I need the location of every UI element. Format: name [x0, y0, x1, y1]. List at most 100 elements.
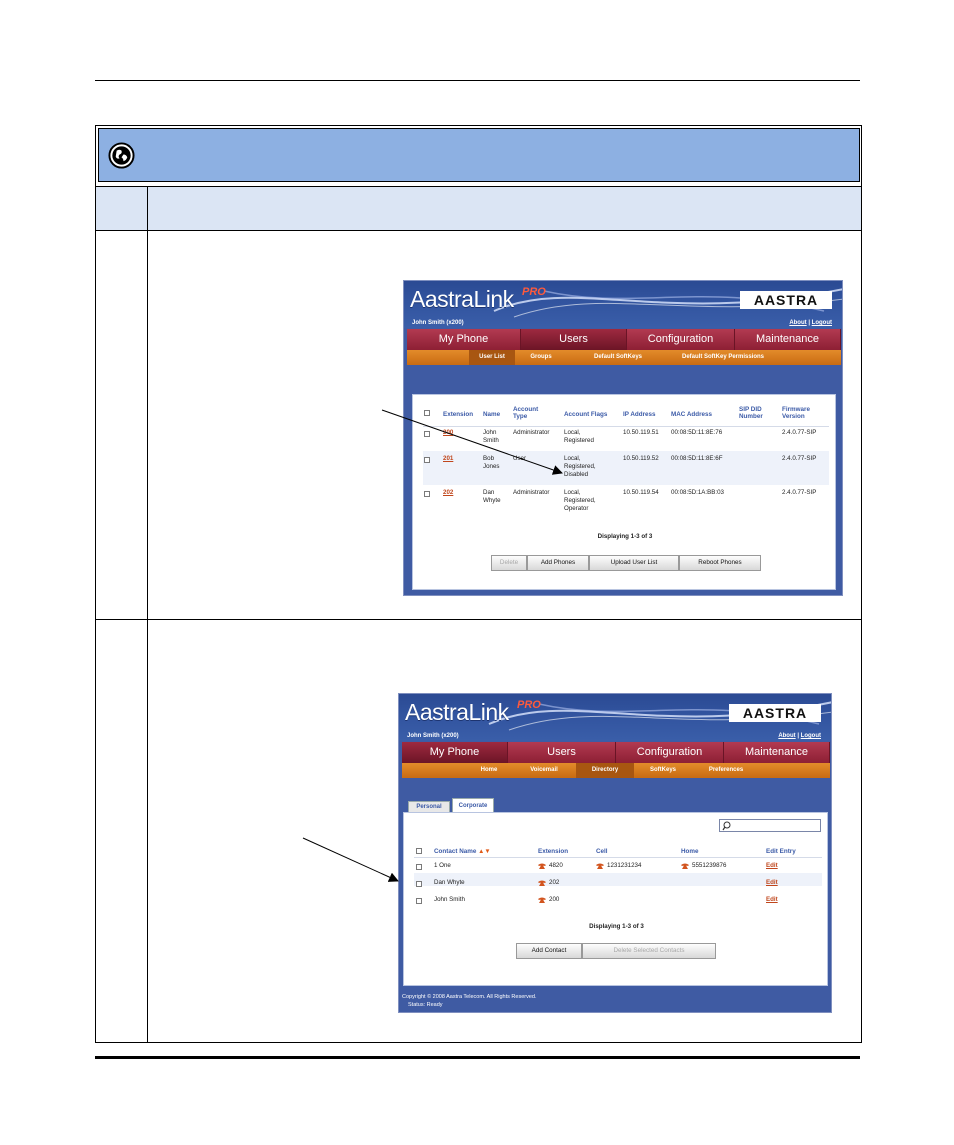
- search-icon: [722, 821, 731, 831]
- mac-address: 00:08:5D:11:8E:6F: [671, 455, 723, 462]
- col-extension[interactable]: Extension: [443, 411, 473, 418]
- subnav-default-softkey-permissions[interactable]: Default SoftKey Permissions: [673, 350, 773, 365]
- ip-address: 10.50.119.52: [623, 455, 659, 462]
- delete-button[interactable]: Delete: [491, 555, 527, 571]
- add-phones-button[interactable]: Add Phones: [527, 555, 589, 571]
- subnav-preferences[interactable]: Preferences: [702, 763, 750, 778]
- user-name: Bob Jones: [483, 455, 500, 470]
- row-checkbox[interactable]: [416, 881, 422, 887]
- nav-users[interactable]: Users: [508, 742, 616, 763]
- account-type: User: [513, 455, 527, 462]
- contact-extension: 202: [549, 879, 560, 886]
- current-user: John Smith (x200): [412, 320, 464, 326]
- extension-link[interactable]: 202: [443, 489, 453, 497]
- row-checkbox[interactable]: [424, 491, 430, 497]
- subnav-user-list[interactable]: User List: [469, 350, 515, 365]
- col-extension[interactable]: Extension: [538, 848, 568, 855]
- top-links: About | Logout: [778, 733, 821, 739]
- aastra-brand: AASTRA: [740, 291, 832, 309]
- user-name: John Smith: [483, 429, 499, 444]
- about-link[interactable]: About: [778, 733, 795, 739]
- account-type: Administrator: [513, 429, 550, 436]
- row-checkbox[interactable]: [416, 898, 422, 904]
- nav-maintenance[interactable]: Maintenance: [735, 329, 841, 350]
- col-contact-name[interactable]: Contact Name ▲▼: [434, 848, 491, 855]
- sort-arrows-icon[interactable]: ▲▼: [478, 848, 490, 855]
- row-divider: [96, 619, 861, 620]
- directory-panel: Contact Name ▲▼ Extension Cell Home Edit…: [403, 812, 828, 986]
- nav-users[interactable]: Users: [521, 329, 627, 350]
- link-separator: |: [797, 733, 799, 739]
- col-account-type[interactable]: Account Type: [513, 406, 553, 420]
- account-flags: Local, Registered, Disabled: [564, 455, 596, 478]
- contact-extension: 4820: [549, 862, 563, 869]
- col-sip-did-number[interactable]: SIP DID Number: [739, 406, 769, 420]
- search-input[interactable]: [719, 819, 821, 832]
- subnav-default-softkeys[interactable]: Default SoftKeys: [587, 350, 649, 365]
- delete-selected-contacts-button[interactable]: Delete Selected Contacts: [582, 943, 716, 959]
- subnav-groups[interactable]: Groups: [523, 350, 559, 365]
- phone-icon: [538, 880, 546, 886]
- row-checkbox[interactable]: [416, 864, 422, 870]
- col-ip-address[interactable]: IP Address: [623, 411, 656, 418]
- upload-user-list-button[interactable]: Upload User List: [589, 555, 679, 571]
- phone-icon: [681, 863, 689, 869]
- main-nav: My Phone Users Configuration Maintenance: [402, 742, 830, 763]
- contact-name: Dan Whyte: [434, 879, 465, 886]
- app-header: AastraLink PRO AASTRA John Smith (x200) …: [399, 694, 831, 741]
- firmware-version: 2.4.0.77-SIP: [782, 489, 817, 496]
- col-home[interactable]: Home: [681, 848, 699, 855]
- displaying-count: Displaying 1-3 of 3: [589, 923, 644, 930]
- account-flags: Local, Registered: [564, 429, 594, 444]
- col-account-flags[interactable]: Account Flags: [564, 411, 607, 418]
- column-header-row: [96, 186, 861, 230]
- col-firmware-version[interactable]: Firmware Version: [782, 406, 822, 420]
- nav-configuration[interactable]: Configuration: [616, 742, 724, 763]
- main-nav: My Phone Users Configuration Maintenance: [407, 329, 841, 350]
- tab-corporate[interactable]: Corporate: [452, 798, 494, 813]
- subnav-voicemail[interactable]: Voicemail: [524, 763, 564, 778]
- row-checkbox[interactable]: [424, 431, 430, 437]
- subnav-home[interactable]: Home: [474, 763, 504, 778]
- user-list-screenshot: AastraLink PRO AASTRA John Smith (x200) …: [403, 280, 843, 596]
- subnav-directory[interactable]: Directory: [576, 763, 634, 778]
- add-contact-button[interactable]: Add Contact: [516, 943, 582, 959]
- col-cell[interactable]: Cell: [596, 848, 608, 855]
- col-edit-entry[interactable]: Edit Entry: [766, 848, 796, 855]
- contact-cell: 1231231234: [607, 862, 642, 869]
- select-all-checkbox[interactable]: [416, 848, 422, 854]
- displaying-count: Displaying 1-3 of 3: [597, 533, 653, 540]
- column-divider: [147, 186, 148, 1043]
- aastralink-logo: AastraLink: [405, 699, 509, 725]
- globe-icon: [108, 142, 135, 169]
- edit-link[interactable]: Edit: [766, 879, 778, 887]
- link-separator: |: [808, 320, 810, 326]
- col-mac-address[interactable]: MAC Address: [671, 411, 712, 418]
- logout-link[interactable]: Logout: [812, 320, 832, 326]
- nav-maintenance[interactable]: Maintenance: [724, 742, 830, 763]
- nav-my-phone[interactable]: My Phone: [402, 742, 508, 763]
- edit-link[interactable]: Edit: [766, 862, 778, 870]
- contact-extension: 200: [549, 896, 560, 903]
- contact-name: 1 One: [434, 862, 451, 869]
- phone-icon: [538, 897, 546, 903]
- subnav-softkeys[interactable]: SoftKeys: [644, 763, 682, 778]
- corporate-directory-screenshot: AastraLink PRO AASTRA John Smith (x200) …: [398, 693, 832, 1013]
- col-name[interactable]: Name: [483, 411, 500, 418]
- ip-address: 10.50.119.54: [623, 489, 659, 496]
- reboot-phones-button[interactable]: Reboot Phones: [679, 555, 761, 571]
- row-checkbox[interactable]: [424, 457, 430, 463]
- app-header: AastraLink PRO AASTRA John Smith (x200) …: [404, 281, 842, 328]
- edit-link[interactable]: Edit: [766, 896, 778, 904]
- select-all-checkbox[interactable]: [424, 410, 430, 416]
- about-link[interactable]: About: [789, 320, 806, 326]
- extension-link[interactable]: 201: [443, 455, 453, 463]
- logout-link[interactable]: Logout: [801, 733, 821, 739]
- current-user: John Smith (x200): [407, 733, 459, 739]
- extension-link[interactable]: 200: [443, 429, 453, 437]
- nav-configuration[interactable]: Configuration: [627, 329, 735, 350]
- firmware-version: 2.4.0.77-SIP: [782, 429, 817, 436]
- account-flags: Local, Registered, Operator: [564, 489, 596, 512]
- sub-nav: User List Groups Default SoftKeys Defaul…: [407, 350, 841, 365]
- nav-my-phone[interactable]: My Phone: [407, 329, 521, 350]
